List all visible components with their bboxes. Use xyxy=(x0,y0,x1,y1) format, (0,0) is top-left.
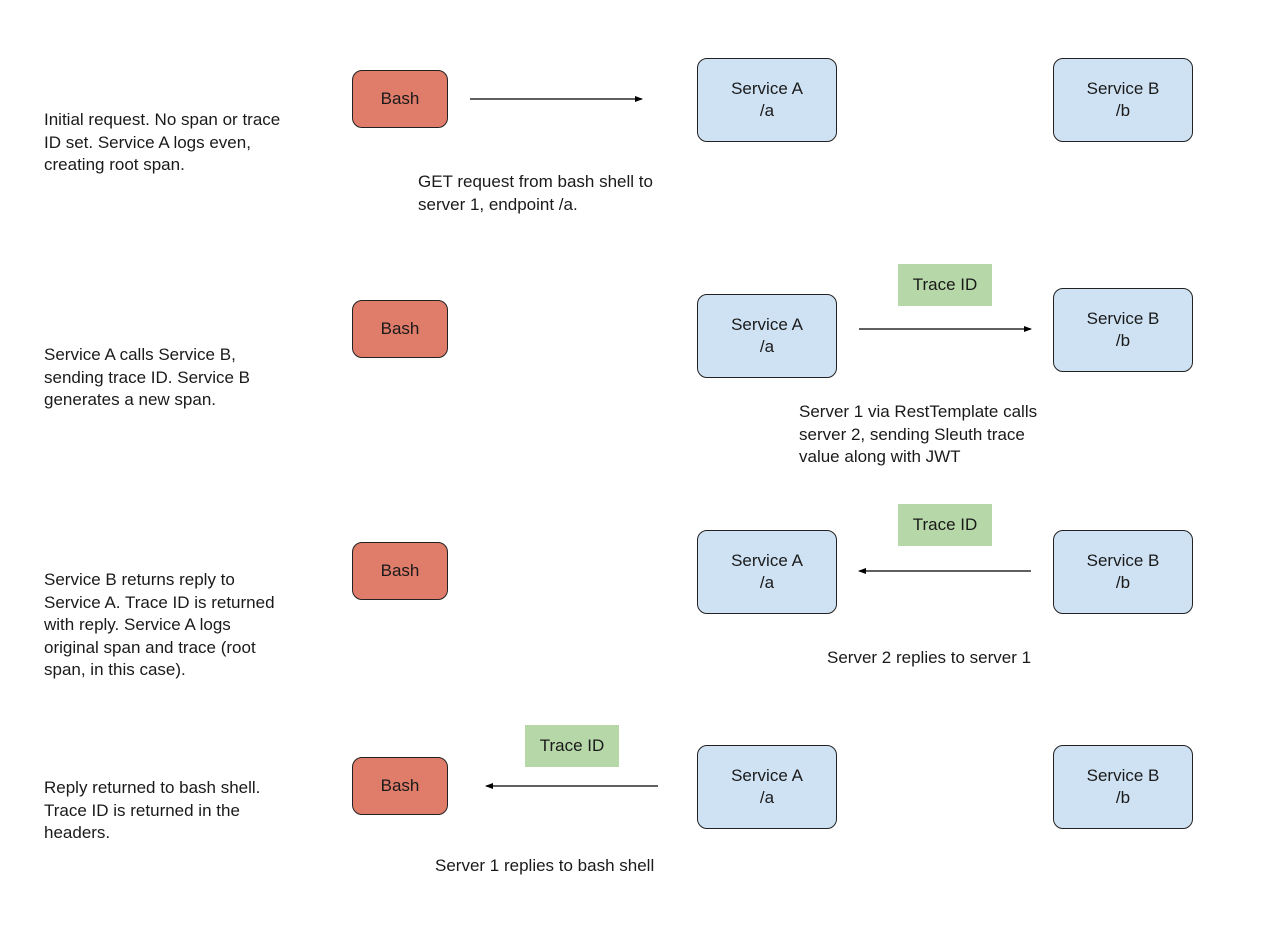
arrows-layer xyxy=(470,96,1032,789)
